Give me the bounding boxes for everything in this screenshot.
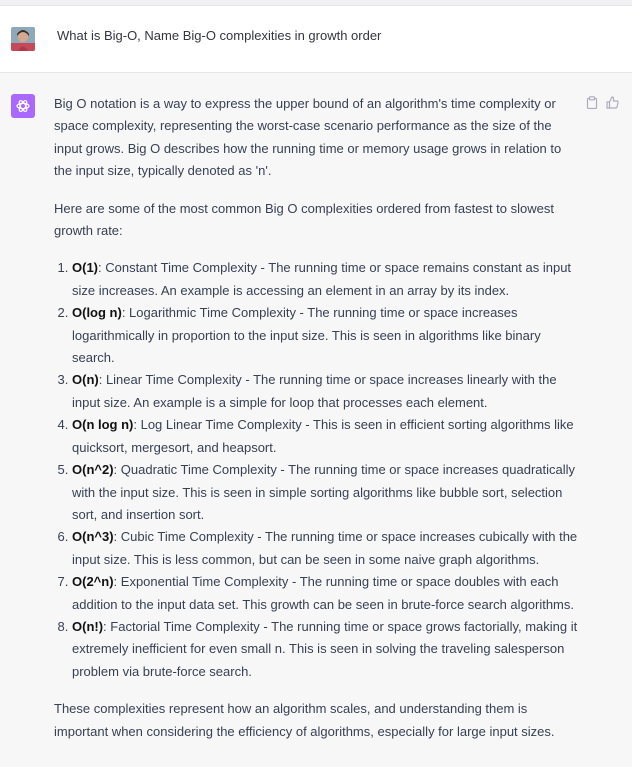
list-item: O(1): Constant Time Complexity - The run… (72, 257, 578, 302)
list-item: O(n^2): Quadratic Time Complexity - The … (72, 459, 578, 526)
openai-logo-icon (11, 94, 35, 118)
complexity-term: O(n^2) (72, 462, 114, 478)
complexity-term: O(log n) (72, 305, 122, 321)
user-message-row: What is Big-O, Name Big-O complexities i… (0, 6, 632, 73)
complexity-description: : Factorial Time Complexity - The runnin… (72, 618, 578, 679)
complexity-description: : Quadratic Time Complexity - The runnin… (72, 462, 576, 522)
complexity-description: : Linear Time Complexity - The running t… (72, 372, 557, 410)
user-avatar (11, 27, 35, 51)
complexity-description: : Exponential Time Complexity - The runn… (72, 574, 574, 612)
lead-paragraph: Here are some of the most common Big O c… (54, 200, 554, 239)
outro-paragraph: These complexities represent how an algo… (54, 701, 555, 739)
complexity-term: O(1) (72, 260, 98, 276)
complexity-list: O(1): Constant Time Complexity - The run… (54, 257, 578, 683)
user-message-text: What is Big-O, Name Big-O complexities i… (57, 28, 382, 43)
complexity-term: O(n log n) (72, 417, 134, 433)
list-item: O(log n): Logarithmic Time Complexity - … (72, 302, 578, 369)
thumbs-up-icon[interactable] (605, 95, 619, 109)
intro-paragraph: Big O notation is a way to express the u… (54, 96, 562, 179)
clipboard-icon[interactable] (585, 95, 599, 109)
list-item: O(n^3): Cubic Time Complexity - The runn… (72, 526, 578, 571)
complexity-term: O(2^n) (72, 574, 114, 590)
list-item: O(2^n): Exponential Time Complexity - Th… (72, 571, 578, 616)
complexity-description: : Logarithmic Time Complexity - The runn… (72, 305, 541, 366)
list-item: O(n log n): Log Linear Time Complexity -… (72, 414, 578, 459)
complexity-description: : Log Linear Time Complexity - This is s… (72, 417, 574, 455)
complexity-term: O(n!) (72, 618, 104, 634)
list-item: O(n!): Factorial Time Complexity - The r… (72, 616, 578, 683)
complexity-description: : Cubic Time Complexity - The running ti… (72, 529, 578, 567)
list-item: O(n): Linear Time Complexity - The runni… (72, 369, 578, 414)
complexity-term: O(n) (72, 372, 99, 388)
message-actions (585, 95, 619, 109)
complexity-term: O(n^3) (72, 529, 114, 545)
assistant-response: Big O notation is a way to express the u… (54, 93, 578, 758)
assistant-message-row: Big O notation is a way to express the u… (0, 73, 632, 767)
complexity-description: : Constant Time Complexity - The running… (72, 260, 572, 298)
